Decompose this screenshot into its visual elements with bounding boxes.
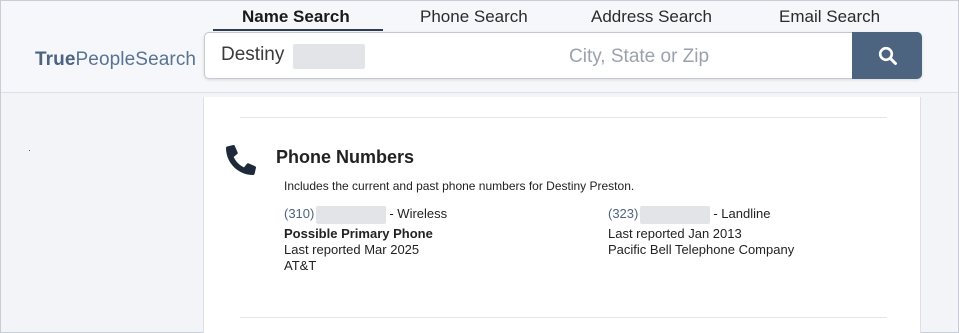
- phone-number-link[interactable]: (310): [284, 206, 314, 221]
- phone-numbers-card: Phone Numbers Includes the current and p…: [203, 97, 921, 333]
- tab-email-search[interactable]: Email Search: [779, 7, 880, 27]
- location-input[interactable]: City, State or Zip: [569, 46, 709, 68]
- search-form: Destiny City, State or Zip: [204, 32, 922, 79]
- section-title: Phone Numbers: [276, 147, 415, 167]
- section-description: Includes the current and past phone numb…: [284, 179, 635, 193]
- phone-icon: [226, 145, 256, 175]
- site-logo[interactable]: TruePeopleSearch: [35, 49, 196, 71]
- primary-phone-label: Possible Primary Phone: [284, 226, 433, 241]
- last-reported: Last reported Jan 2013: [608, 226, 742, 241]
- phone-type: - Landline: [713, 206, 771, 221]
- phone-entry: (310) - Wireless Possible Primary Phone L…: [284, 204, 447, 274]
- search-button[interactable]: [852, 32, 922, 79]
- active-tab-indicator: [213, 29, 383, 31]
- phone-number-link[interactable]: (323): [608, 206, 638, 221]
- carrier: Pacific Bell Telephone Company: [608, 242, 795, 257]
- phone-entry: (323) - Landline Last reported Jan 2013 P…: [608, 204, 794, 258]
- divider: [240, 317, 887, 318]
- tab-name-search[interactable]: Name Search: [242, 7, 350, 27]
- search-icon: [878, 46, 897, 65]
- divider: [240, 117, 887, 118]
- stray-pixel: [29, 150, 30, 151]
- redacted-phone-digits: [640, 205, 711, 224]
- carrier: AT&T: [284, 258, 317, 273]
- last-reported: Last reported Mar 2025: [284, 242, 420, 257]
- site-header: TruePeopleSearch Name Search Phone Searc…: [1, 1, 958, 93]
- redacted-last-name: [293, 44, 365, 69]
- redacted-phone-digits: [316, 205, 387, 224]
- tab-address-search[interactable]: Address Search: [591, 7, 712, 27]
- tab-phone-search[interactable]: Phone Search: [420, 7, 528, 27]
- search-tabs: Name Search Phone Search Address Search …: [213, 7, 913, 31]
- phone-type: - Wireless: [389, 206, 448, 221]
- name-search-input[interactable]: Destiny: [221, 44, 284, 66]
